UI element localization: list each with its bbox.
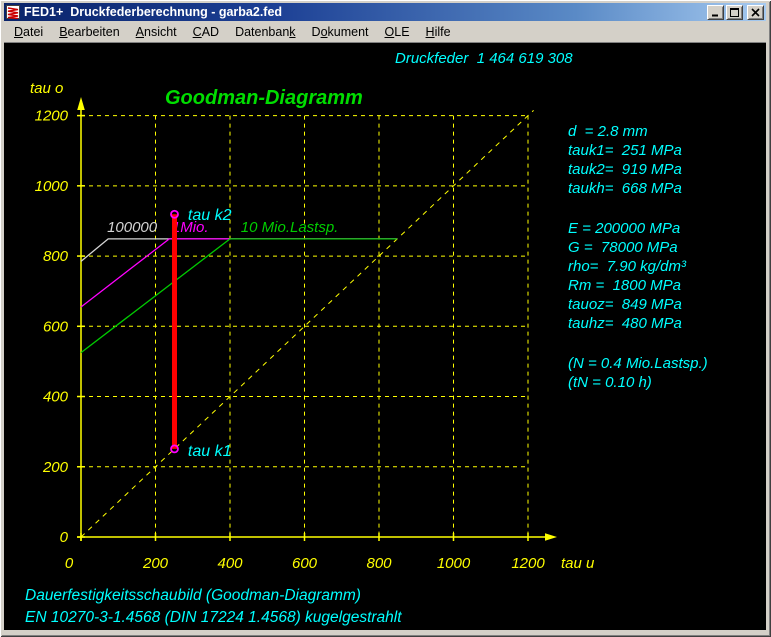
svg-text:400: 400 — [43, 389, 69, 406]
spring-values-block: d = 2.8 mm tauk1= 251 MPa tauk2= 919 MPa… — [568, 122, 708, 198]
svg-text:1200: 1200 — [35, 108, 69, 125]
svg-text:600: 600 — [43, 318, 69, 335]
minimize-button[interactable] — [707, 5, 724, 20]
svg-text:tau k2: tau k2 — [188, 207, 232, 224]
client-area: 0 200 400 600 800 1000 1200 0 200 400 600 800 1000 12… — [4, 42, 766, 630]
footer-note: Dauerfestigkeitsschaubild (Goodman-Diagr… — [25, 585, 402, 629]
window-title: FED1+ Druckfederberechnung - garba2.fed — [24, 3, 705, 21]
maximize-button[interactable] — [726, 5, 743, 20]
menu-item-cad[interactable]: CAD — [185, 23, 227, 41]
svg-text:10 Mio.Lastsp.: 10 Mio.Lastsp. — [241, 219, 339, 236]
svg-text:800: 800 — [366, 555, 392, 572]
svg-text:1200: 1200 — [511, 555, 545, 572]
svg-text:200: 200 — [42, 459, 69, 476]
svg-text:0: 0 — [60, 529, 69, 546]
menu-item-bearbeiten[interactable]: Bearbeiten — [51, 23, 127, 41]
svg-text:tau u: tau u — [561, 555, 595, 572]
svg-text:tau k1: tau k1 — [188, 443, 232, 460]
svg-text:1000: 1000 — [437, 555, 471, 572]
svg-text:0: 0 — [65, 555, 74, 572]
svg-text:800: 800 — [43, 248, 69, 265]
svg-text:400: 400 — [217, 555, 243, 572]
material-values-block: E = 200000 MPa G = 78000 MPa rho= 7.90 k… — [568, 219, 708, 333]
menu-item-ole[interactable]: OLE — [377, 23, 418, 41]
svg-text:1000: 1000 — [35, 178, 69, 195]
svg-text:tau o: tau o — [30, 80, 63, 97]
menu-item-datenbank[interactable]: Datenbank — [227, 23, 303, 41]
info-panel: d = 2.8 mm tauk1= 251 MPa tauk2= 919 MPa… — [568, 122, 708, 392]
svg-text:Goodman-Diagramm: Goodman-Diagramm — [165, 87, 363, 109]
spring-app-icon — [6, 5, 20, 19]
menu-item-ansicht[interactable]: Ansicht — [128, 23, 185, 41]
svg-text:100000: 100000 — [107, 219, 158, 236]
svg-text:600: 600 — [292, 555, 318, 572]
maximize-icon — [730, 8, 739, 17]
cycle-values-block: (N = 0.4 Mio.Lastsp.) (tN = 0.10 h) — [568, 354, 708, 392]
menu-item-datei[interactable]: Datei — [6, 23, 51, 41]
close-icon — [751, 8, 760, 17]
titlebar[interactable]: FED1+ Druckfederberechnung - garba2.fed — [4, 3, 766, 21]
part-number-label: Druckfeder 1 464 619 308 — [395, 50, 573, 67]
menubar: DateiBearbeitenAnsichtCADDatenbankDokume… — [4, 21, 766, 42]
svg-text:200: 200 — [142, 555, 169, 572]
app-window: FED1+ Druckfederberechnung - garba2.fed … — [0, 0, 771, 637]
menu-item-dokument[interactable]: Dokument — [304, 23, 377, 41]
minimize-icon — [711, 8, 720, 17]
close-button[interactable] — [747, 5, 764, 20]
menu-item-hilfe[interactable]: Hilfe — [418, 23, 459, 41]
